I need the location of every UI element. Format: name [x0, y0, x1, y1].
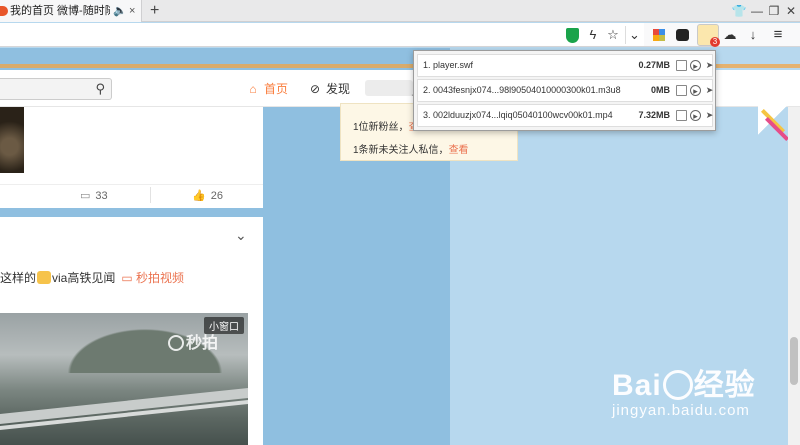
nav-discover[interactable]: ⊘ 发现 [307, 80, 350, 98]
download-item[interactable]: 3. 002lduuzjx074...lqiq05040100wcv00k01.… [417, 104, 713, 127]
cursor-icon[interactable]: ➤ [704, 85, 715, 96]
close-window-button[interactable]: ✕ [782, 0, 800, 22]
scrollbar-thumb[interactable] [790, 337, 798, 385]
like-count: 26 [210, 190, 223, 202]
search-input[interactable]: ⚲ [0, 78, 112, 100]
miaopai-logo-icon [168, 335, 184, 351]
skin-icon[interactable]: 👕 [730, 0, 748, 22]
menu-icon[interactable]: ≡ [769, 26, 787, 44]
download-name: 3. 002lduuzjx074...lqiq05040100wcv00k01.… [423, 110, 613, 120]
comment-button[interactable]: ▭ 33 [80, 189, 108, 202]
nav-home[interactable]: ⌂ 首页 [245, 80, 288, 98]
nav-discover-label: 发现 [326, 82, 351, 96]
download-size: 7.32MB [638, 110, 670, 120]
post-text: 这样的 via高铁见闻 ▭ 秒拍视频 [0, 271, 185, 285]
play-icon[interactable]: ▸ [690, 85, 701, 96]
download-count-badge: 3 [710, 37, 720, 47]
comment-count: 33 [95, 190, 108, 202]
scrollbar[interactable] [788, 107, 800, 445]
download-extension-icon[interactable]: 3 [697, 24, 720, 47]
new-message-notice: 1条新未关注人私信，查看 [353, 145, 469, 156]
dropdown-icon[interactable]: ⌄ [625, 26, 643, 44]
download-size: 0MB [650, 85, 670, 95]
video-link[interactable]: ▭ 秒拍视频 [121, 271, 184, 285]
comment-icon: ▭ [80, 190, 91, 202]
download-item[interactable]: 2. 0043fesnjx074...98l90504010000300k01.… [417, 79, 713, 102]
home-icon: ⌂ [249, 82, 257, 96]
thumbs-up-emoji-icon [37, 271, 52, 284]
toolbar: ϟ ☆ ⌄ 3 ☁ ↓ ≡ [0, 23, 800, 47]
nav-home-label: 首页 [264, 82, 289, 96]
cursor-icon[interactable]: ➤ [704, 110, 715, 121]
nav-blurred-item[interactable] [365, 80, 413, 96]
star-icon[interactable]: ☆ [604, 26, 622, 44]
maximize-button[interactable]: ❐ [765, 0, 783, 22]
post-image[interactable] [0, 107, 24, 173]
download-name: 1. player.swf [423, 60, 474, 70]
apps-icon[interactable] [650, 26, 668, 44]
bolt-icon[interactable]: ϟ [584, 26, 602, 44]
tab-close-icon[interactable]: × [129, 0, 135, 22]
download-icon[interactable]: ↓ [744, 26, 762, 44]
thumbs-up-icon: 👍 [192, 190, 206, 202]
file-icon[interactable] [676, 85, 687, 96]
speaker-icon[interactable]: 🔈 [113, 0, 127, 22]
play-icon[interactable]: ▸ [690, 110, 701, 121]
download-name: 2. 0043fesnjx074...98l90504010000300k01.… [423, 85, 621, 95]
corner-decoration [758, 105, 790, 142]
download-item[interactable]: 1. player.swf 0.27MB ▸ ➤ [417, 54, 713, 77]
browser-tab[interactable]: 我的首页 微博-随时随地 🔈 × [0, 0, 142, 22]
download-popup: 1. player.swf 0.27MB ▸ ➤ 2. 0043fesnjx07… [413, 50, 716, 131]
bot-icon[interactable] [673, 26, 691, 44]
play-icon[interactable]: ▸ [690, 60, 701, 71]
feed-card: ⌄ 这样的 via高铁见闻 ▭ 秒拍视频 秒拍 小窗口 [0, 217, 263, 445]
new-tab-button[interactable]: + [150, 0, 159, 22]
baidu-jingyan-watermark: Bai 经验 jingyan.baidu.com [612, 369, 756, 419]
like-button[interactable]: 👍 26 [192, 189, 223, 202]
download-size: 0.27MB [638, 60, 670, 70]
cursor-icon[interactable]: ➤ [704, 60, 715, 71]
cloud-icon[interactable]: ☁ [721, 26, 739, 44]
weibo-favicon-icon [0, 6, 8, 16]
address-bar[interactable] [0, 23, 644, 47]
file-icon[interactable] [676, 110, 687, 121]
minimize-button[interactable]: — [748, 0, 766, 22]
baidu-paw-icon [662, 370, 693, 400]
video-player[interactable]: 秒拍 小窗口 [0, 313, 248, 445]
mini-window-button[interactable]: 小窗口 [204, 317, 244, 334]
chevron-down-icon[interactable]: ⌄ [235, 227, 247, 244]
feed-card: ▭ 33 👍 26 [0, 107, 263, 208]
compass-icon: ⊘ [309, 82, 321, 96]
search-icon[interactable]: ⚲ [95, 81, 105, 97]
file-icon[interactable] [676, 60, 687, 71]
tab-bar: 我的首页 微博-随时随地 🔈 × + 👕 — ❐ ✕ [0, 0, 800, 22]
shield-icon[interactable] [563, 26, 581, 44]
new-message-link[interactable]: 查看 [449, 145, 469, 156]
tab-title: 我的首页 微博-随时随地 [10, 5, 110, 17]
